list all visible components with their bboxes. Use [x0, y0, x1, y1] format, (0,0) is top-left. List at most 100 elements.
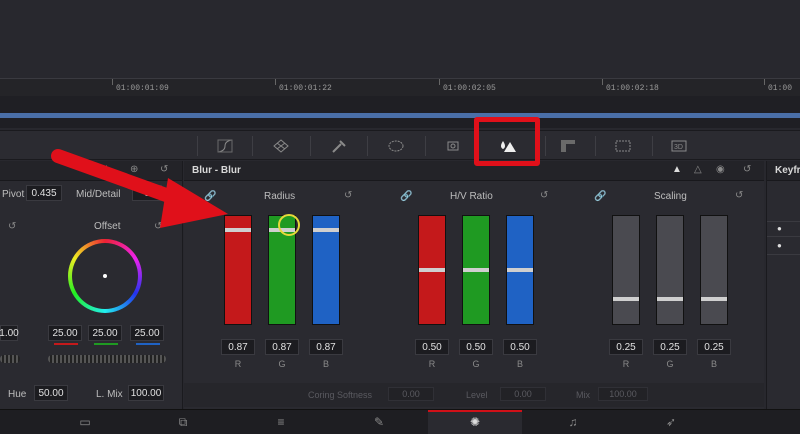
scaling-label: Scaling [654, 191, 687, 202]
slider-handle[interactable] [507, 268, 533, 272]
radius-r-slider[interactable] [224, 215, 252, 325]
slider-handle[interactable] [613, 297, 639, 301]
slider-handle[interactable] [419, 268, 445, 272]
scaling-r-slider[interactable] [612, 215, 640, 325]
channel-label: G [666, 359, 674, 369]
mid-detail-field[interactable]: 0 [132, 185, 162, 201]
curves-icon[interactable] [212, 134, 238, 158]
media-icon[interactable]: ▭ [70, 413, 100, 431]
scaling-g-value[interactable]: 0.25 [653, 339, 687, 355]
lmix-label: L. Mix [96, 389, 123, 400]
link-icon[interactable]: 🔗 [400, 191, 412, 202]
pivot-field[interactable]: 0.435 [26, 185, 62, 201]
color-icon[interactable]: ✺ [460, 413, 490, 431]
reset-icon[interactable]: ↺ [540, 190, 548, 201]
channel-label: B [516, 359, 523, 369]
bars-icon[interactable]: ||| [100, 165, 108, 176]
reset-icon[interactable]: ↺ [160, 164, 168, 175]
timeline-ruler[interactable]: 01:00:01:09 01:00:01:22 01:00:02:05 01:0… [0, 78, 800, 96]
keyframe-dot-icon[interactable]: ● [777, 224, 782, 233]
offset-value-y[interactable]: 1.00 [0, 325, 19, 341]
svg-text:3D: 3D [674, 144, 683, 151]
reset-icon[interactable]: ↺ [344, 190, 352, 201]
slider-handle[interactable] [225, 228, 251, 232]
blur-mode-icon[interactable]: ▲ [672, 164, 682, 175]
slider-handle[interactable] [657, 297, 683, 301]
radius-r-value[interactable]: 0.87 [221, 339, 255, 355]
offset-label: Offset [94, 221, 121, 232]
radius-b-slider[interactable] [312, 215, 340, 325]
scaling-b-slider[interactable] [700, 215, 728, 325]
warper-icon[interactable] [268, 134, 294, 158]
reset-icon[interactable]: ↺ [735, 190, 743, 201]
palette-toolbar: 3D [0, 130, 800, 160]
scaling-g-slider[interactable] [656, 215, 684, 325]
reset-icon[interactable]: ↺ [8, 221, 16, 232]
panel-title: Blur - Blur [192, 165, 241, 176]
jog-wheel[interactable] [0, 355, 20, 363]
cut-icon[interactable]: ⧉ [168, 413, 198, 431]
slider-handle[interactable] [701, 297, 727, 301]
timecode-label: 01:00:02:18 [606, 84, 659, 93]
separator [595, 136, 596, 156]
tracker-icon[interactable] [440, 134, 466, 158]
hv-r-slider[interactable] [418, 215, 446, 325]
timeline-track[interactable] [0, 96, 800, 128]
offset-value-g[interactable]: 25.00 [88, 325, 122, 341]
ruler-tick [439, 79, 440, 85]
window-icon[interactable] [383, 134, 409, 158]
level-label: Level [466, 390, 488, 400]
deliver-icon[interactable]: ➶ [656, 413, 686, 431]
link-icon[interactable]: 🔗 [204, 191, 216, 202]
blue-indicator [136, 343, 160, 345]
master-wheel[interactable] [48, 355, 166, 363]
scaling-r-value[interactable]: 0.25 [609, 339, 643, 355]
page-bar: ▭ ⧉ ≡ ✎ ✺ ♫ ➶ [0, 409, 800, 434]
offset-value-r[interactable]: 25.00 [48, 325, 82, 341]
timecode-label: 01:00:01:22 [279, 84, 332, 93]
keyframe-dot-icon[interactable]: ● [777, 241, 782, 250]
offset-value-b[interactable]: 25.00 [130, 325, 164, 341]
channel-label: R [234, 359, 242, 369]
hv-g-value[interactable]: 0.50 [459, 339, 493, 355]
radius-g-value[interactable]: 0.87 [265, 339, 299, 355]
wheel-center[interactable] [103, 274, 107, 278]
green-indicator [94, 343, 118, 345]
slider-handle[interactable] [313, 228, 339, 232]
keyframes-header: Keyfr [767, 161, 800, 181]
hv-b-value[interactable]: 0.50 [503, 339, 537, 355]
ruler-tick [112, 79, 113, 85]
reset-icon[interactable]: ↺ [743, 164, 751, 175]
keyframe-row[interactable]: ● [767, 239, 800, 255]
slider-handle[interactable] [463, 268, 489, 272]
reset-icon[interactable]: ↺ [154, 221, 162, 232]
radius-b-value[interactable]: 0.87 [309, 339, 343, 355]
hv-g-slider[interactable] [462, 215, 490, 325]
keyframe-row[interactable]: ● [767, 221, 800, 237]
scaling-b-value[interactable]: 0.25 [697, 339, 731, 355]
offset-color-wheel[interactable] [68, 239, 142, 313]
sharpen-mode-icon[interactable]: △ [694, 164, 702, 175]
separator [252, 136, 253, 156]
qualifier-icon[interactable] [326, 134, 352, 158]
hue-field[interactable]: 50.00 [34, 385, 68, 401]
hv-b-slider[interactable] [506, 215, 534, 325]
zoom-icon[interactable]: ⊕ [130, 164, 138, 175]
fusion-icon[interactable]: ✎ [364, 413, 394, 431]
sizing-icon[interactable] [610, 134, 636, 158]
lmix-field[interactable]: 100.00 [128, 385, 164, 401]
separator [310, 136, 311, 156]
coring-softness-field[interactable]: 0.00 [388, 387, 434, 401]
edit-icon[interactable]: ≡ [266, 413, 296, 431]
fairlight-icon[interactable]: ♫ [558, 413, 588, 431]
hv-r-value[interactable]: 0.50 [415, 339, 449, 355]
key-icon[interactable] [555, 134, 581, 158]
mist-mode-icon[interactable]: ◉ [716, 164, 725, 175]
separator [652, 136, 653, 156]
mix-field[interactable]: 100.00 [598, 387, 648, 401]
clip-bar[interactable] [0, 113, 800, 118]
3d-icon[interactable]: 3D [666, 134, 692, 158]
level-field[interactable]: 0.00 [500, 387, 546, 401]
cursor-highlight [278, 214, 300, 236]
link-icon[interactable]: 🔗 [594, 191, 606, 202]
